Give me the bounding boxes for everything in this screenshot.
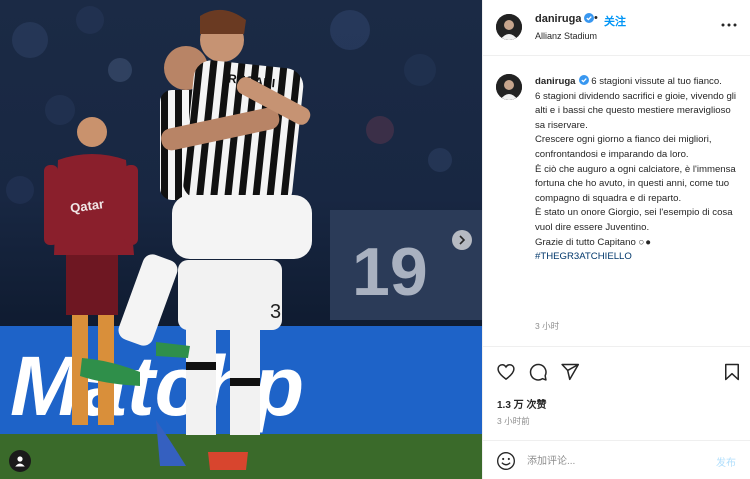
shorts-number: 3 [270,301,281,323]
likes-count[interactable]: 1.3 万 次赞 [497,396,546,411]
caption-line: 6 stagioni vissute al tuo fianco. [591,76,722,87]
avatar[interactable] [496,14,522,40]
verified-badge-icon [584,13,595,23]
caption-text: daniruga 6 stagioni vissute al tuo fianc… [535,75,741,265]
caption-line: Crescere ogni giorno a fianco dei miglio… [535,134,712,160]
comment-input[interactable] [527,453,697,469]
caption-line: È ciò che auguro a ogni calciatore, è l'… [535,163,736,204]
profile-picture-icon [496,14,522,40]
follow-button[interactable]: 关注 [604,13,626,29]
caption-area: daniruga 6 stagioni vissute al tuo fianc… [483,57,750,347]
post-timestamp: 3 小时前 [497,416,530,426]
header-username[interactable]: daniruga [535,13,595,25]
caption-line: Grazie di tutto Capitano [535,236,636,248]
comment-icon[interactable] [528,362,548,382]
post-photo[interactable]: 19 Matchp Qatar 3 [0,0,482,479]
action-bar [483,358,750,388]
emoji-icon[interactable] [496,451,516,471]
post-comment-button[interactable]: 发布 [716,454,736,469]
caption-avatar[interactable] [496,74,522,100]
header-username-text: daniruga [535,13,582,25]
bookmark-icon[interactable] [722,362,742,382]
header-separator: • [594,12,598,24]
share-icon[interactable] [560,362,580,382]
caption-username[interactable]: daniruga [535,76,576,87]
comment-box: 发布 [483,440,750,479]
stand-number: 19 [352,234,428,310]
user-icon [15,456,25,467]
verified-badge-icon [578,75,589,85]
tagged-users-button[interactable] [9,450,31,472]
caption-timestamp: 3 小时 [535,321,560,331]
profile-picture-icon [496,74,522,100]
more-options-icon[interactable] [720,18,738,32]
post-header: daniruga • 关注 Allianz Stadium [483,0,750,56]
caption-line: 6 stagioni dividendo sacrifici e gioie, … [535,90,737,131]
photo-scene: 19 Matchp Qatar 3 [0,0,482,479]
post-side-panel: daniruga • 关注 Allianz Stadium daniruga 6… [482,0,750,479]
caption-hashtag[interactable]: #THEGR3ATCHIELLO [535,250,741,265]
caption-last-line: Grazie di tutto Capitano ○● [535,236,741,251]
caption-line: È stato un onore Giorgio, sei l'esempio … [535,207,733,233]
location-link[interactable]: Allianz Stadium [535,31,597,41]
heart-icon[interactable] [496,362,516,382]
caption-emoji: ○● [638,236,653,248]
chevron-right-icon [459,235,466,245]
carousel-next-button[interactable] [452,230,472,250]
